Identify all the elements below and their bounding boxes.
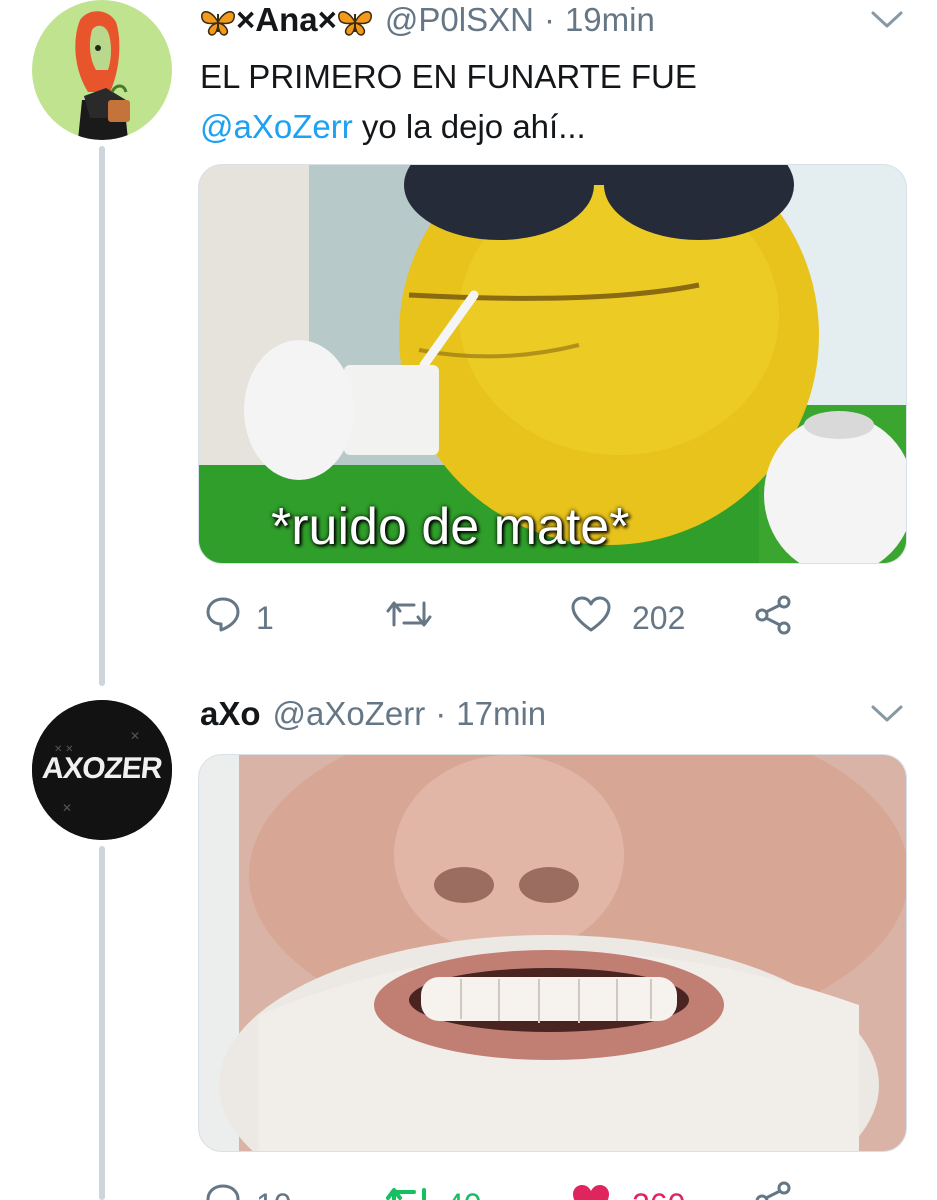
reply-count: 1: [256, 599, 274, 636]
tweet2-image[interactable]: [198, 754, 907, 1152]
thread-line-bottom: [99, 846, 105, 1200]
retweet-button[interactable]: [386, 597, 432, 636]
share-icon: [752, 594, 794, 641]
tweet1-header: ×Ana× @P0lSXN · 19min: [200, 0, 655, 40]
timestamp[interactable]: 17min: [456, 695, 546, 733]
like-button[interactable]: 260: [570, 1182, 685, 1200]
like-icon: [570, 1182, 612, 1200]
like-count: 260: [632, 1187, 685, 1200]
handle[interactable]: @P0lSXN: [385, 1, 534, 39]
avatar-text: AXOZER: [40, 752, 164, 785]
share-button[interactable]: [752, 594, 794, 641]
svg-text:✕: ✕: [62, 801, 72, 815]
butterfly-icon: [337, 6, 373, 36]
mention-link[interactable]: @aXoZerr: [200, 108, 353, 145]
tweet1-image[interactable]: *ruido de mate*: [198, 164, 907, 564]
tweet1-text-rest: yo la dejo ahí...: [352, 108, 586, 145]
like-count: 202: [632, 599, 686, 636]
reply-icon: [204, 1182, 242, 1200]
thread-line-top: [99, 146, 105, 686]
retweet-icon: [386, 1184, 432, 1200]
butterfly-icon: [200, 6, 236, 36]
retweet-button[interactable]: 40: [386, 1184, 482, 1200]
avatar-axozer[interactable]: ✕ ✕ ✕ ✕ AXOZER: [32, 700, 172, 840]
chevron-down-icon[interactable]: [870, 10, 904, 30]
timestamp[interactable]: 19min: [565, 1, 655, 39]
svg-text:✕: ✕: [130, 729, 140, 743]
share-icon: [752, 1180, 794, 1200]
tweet1-text: EL PRIMERO EN FUNARTE FUE @aXoZerr yo la…: [200, 52, 900, 152]
reply-button[interactable]: 10: [204, 1182, 292, 1200]
avatar-anax[interactable]: [32, 0, 172, 140]
share-button[interactable]: [752, 1180, 794, 1200]
display-name[interactable]: ×Ana×: [236, 1, 337, 39]
chevron-down-icon[interactable]: [870, 704, 904, 724]
reply-count: 10: [256, 1187, 292, 1200]
separator: ·: [543, 1, 555, 38]
like-icon: [570, 595, 612, 641]
tweet2-actions: 10 40 260: [0, 1178, 937, 1200]
separator: ·: [435, 695, 447, 732]
like-button[interactable]: 202: [570, 595, 685, 641]
retweet-count: 40: [446, 1187, 482, 1200]
tweet2-header: aXo @aXoZerr · 17min: [200, 694, 546, 734]
tweet1-text-line1: EL PRIMERO EN FUNARTE FUE: [200, 58, 697, 95]
tweet1-text-line2: @aXoZerr yo la dejo ahí...: [200, 102, 900, 152]
reply-button[interactable]: 1: [204, 595, 274, 641]
handle[interactable]: @aXoZerr: [273, 695, 426, 733]
reply-icon: [204, 595, 242, 641]
display-name[interactable]: aXo: [200, 695, 261, 733]
retweet-icon: [386, 597, 432, 636]
image-caption: *ruido de mate*: [271, 498, 630, 556]
